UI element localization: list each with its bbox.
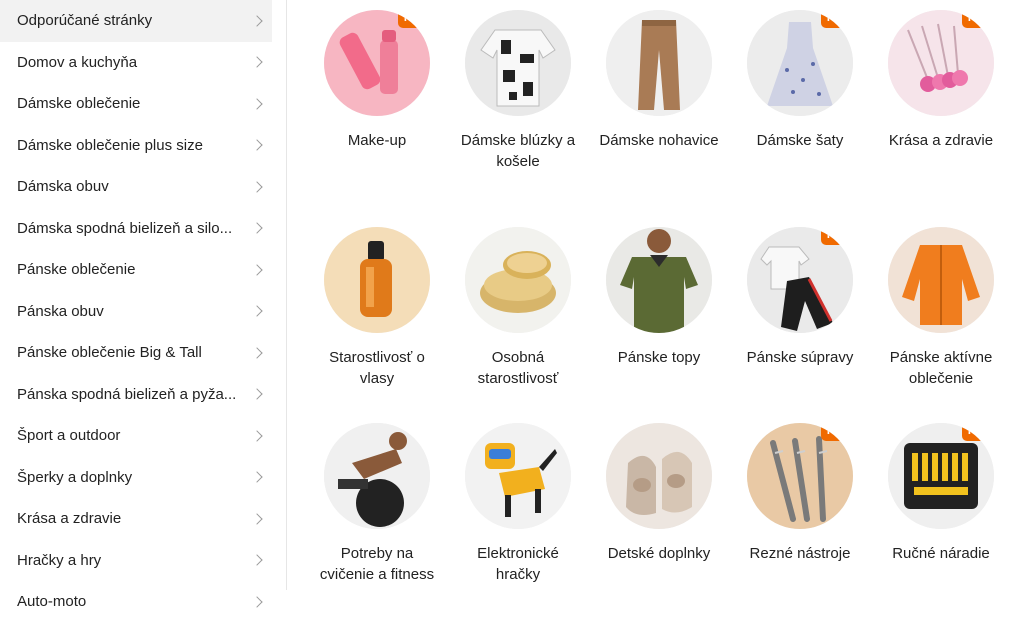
- hot-badge: HOT: [961, 10, 994, 28]
- hot-badge: HOT: [820, 10, 853, 28]
- sidebar-item-womens-shoes[interactable]: Dámska obuv: [0, 166, 272, 208]
- category-name: Dámske nohavice: [599, 132, 719, 149]
- sidebar-item-label: Dámska obuv: [17, 178, 109, 196]
- category-image: HOT: [888, 10, 994, 116]
- sidebar-item-label: Auto-moto: [17, 593, 87, 611]
- chevron-right-icon: [251, 222, 263, 234]
- chevron-right-icon: [251, 264, 263, 276]
- sidebar-item-label: Pánske oblečenie Big & Tall: [17, 344, 202, 362]
- category-image: HOT: [324, 10, 430, 116]
- hot-badge: HOT: [961, 423, 994, 441]
- category-name: Pánske topy: [617, 349, 701, 366]
- chevron-right-icon: [251, 305, 263, 317]
- category-name: Make-up: [347, 132, 407, 149]
- sidebar-item-label: Krása a zdravie: [17, 510, 122, 528]
- category-tile-kids-accessories[interactable]: Detské doplnky: [589, 423, 729, 564]
- hot-badge: HOT: [820, 423, 853, 441]
- category-name: Starostlivosť o vlasy: [329, 349, 425, 387]
- sidebar-item-jewelry[interactable]: Šperky a doplnky: [0, 457, 272, 499]
- category-image: HOT: [747, 227, 853, 333]
- category-image: HOT: [747, 10, 853, 116]
- chevron-right-icon: [251, 596, 263, 608]
- category-sidebar: Odporúčané stránky Domov a kuchyňa Dámsk…: [0, 0, 272, 610]
- sidebar-item-mens-big-tall[interactable]: Pánske oblečenie Big & Tall: [0, 332, 272, 374]
- category-image: HOT: [747, 423, 853, 529]
- category-image: [324, 227, 430, 333]
- sidebar-item-toys-games[interactable]: Hračky a hry: [0, 540, 272, 582]
- category-tile-womens-blouses[interactable]: Dámske blúzky a košele: [448, 10, 588, 172]
- chevron-right-icon: [251, 471, 263, 483]
- category-tile-beauty-health[interactable]: HOT Krása a zdravie: [871, 10, 1011, 151]
- category-image: [465, 10, 571, 116]
- chevron-right-icon: [251, 513, 263, 525]
- sidebar-item-label: Šport a outdoor: [17, 427, 121, 445]
- category-name: Detské doplnky: [607, 545, 711, 562]
- category-image: [465, 423, 571, 529]
- category-image: [606, 10, 712, 116]
- category-image: HOT: [888, 423, 994, 529]
- category-name: Rezné nástroje: [749, 545, 851, 562]
- category-tile-cutting-tools[interactable]: HOT Rezné nástroje: [730, 423, 870, 564]
- sidebar-item-label: Hračky a hry: [17, 551, 102, 569]
- sidebar-item-home-kitchen[interactable]: Domov a kuchyňa: [0, 42, 272, 84]
- sidebar-divider: [286, 0, 287, 590]
- sidebar-item-label: Domov a kuchyňa: [17, 53, 138, 71]
- category-tile-womens-pants[interactable]: Dámske nohavice: [589, 10, 729, 151]
- category-name: Krása a zdravie: [888, 132, 994, 149]
- category-name: Pánske aktívne oblečenie: [889, 349, 993, 387]
- chevron-right-icon: [251, 98, 263, 110]
- chevron-right-icon: [251, 388, 263, 400]
- category-tile-makeup[interactable]: HOT Make-up: [307, 10, 447, 151]
- chevron-right-icon: [251, 554, 263, 566]
- category-name: Potreby na cvičenie a fitness: [319, 545, 435, 583]
- sidebar-item-label: Pánska obuv: [17, 302, 104, 320]
- chevron-right-icon: [251, 139, 263, 151]
- sidebar-item-womens-underwear[interactable]: Dámska spodná bielizeň a silo...: [0, 208, 272, 250]
- category-tile-mens-sets[interactable]: HOT Pánske súpravy: [730, 227, 870, 368]
- sidebar-item-label: Pánska spodná bielizeň a pyža...: [17, 385, 237, 403]
- category-image: [606, 423, 712, 529]
- category-tile-electronic-toys[interactable]: Elektronické hračky: [448, 423, 588, 585]
- category-tile-fitness[interactable]: Potreby na cvičenie a fitness: [307, 423, 447, 585]
- category-tile-hand-tools[interactable]: HOT Ručné náradie: [871, 423, 1011, 564]
- category-name: Ručné náradie: [892, 545, 990, 562]
- sidebar-item-beauty-health[interactable]: Krása a zdravie: [0, 498, 272, 540]
- category-tile-personal-care[interactable]: Osobná starostlivosť: [448, 227, 588, 389]
- category-name: Elektronické hračky: [477, 545, 559, 583]
- category-name: Dámske šaty: [756, 132, 844, 149]
- chevron-right-icon: [251, 15, 263, 27]
- category-name: Dámske blúzky a košele: [460, 132, 576, 170]
- hot-badge: HOT: [397, 10, 430, 28]
- sidebar-item-label: Šperky a doplnky: [17, 468, 133, 486]
- category-tile-mens-tops[interactable]: Pánske topy: [589, 227, 729, 368]
- sidebar-item-mens-clothing[interactable]: Pánske oblečenie: [0, 249, 272, 291]
- category-image: [465, 227, 571, 333]
- sidebar-item-womens-clothing[interactable]: Dámske oblečenie: [0, 83, 272, 125]
- category-image: [324, 423, 430, 529]
- category-tile-hair-care[interactable]: Starostlivosť o vlasy: [307, 227, 447, 389]
- sidebar-item-label: Odporúčané stránky: [17, 12, 153, 30]
- category-image: [606, 227, 712, 333]
- sidebar-item-automotive[interactable]: Auto-moto: [0, 581, 272, 623]
- sidebar-item-label: Dámske oblečenie: [17, 95, 141, 113]
- chevron-right-icon: [251, 181, 263, 193]
- sidebar-item-label: Dámske oblečenie plus size: [17, 136, 203, 154]
- hot-badge: HOT: [820, 227, 853, 245]
- sidebar-item-label: Dámska spodná bielizeň a silo...: [17, 219, 233, 237]
- category-grid: HOT Make-up Dámske blúzky a košele Dámsk…: [300, 0, 1024, 607]
- sidebar-item-mens-underwear[interactable]: Pánska spodná bielizeň a pyža...: [0, 374, 272, 416]
- sidebar-item-mens-shoes[interactable]: Pánska obuv: [0, 291, 272, 333]
- category-name: Pánske súpravy: [746, 349, 854, 366]
- sidebar-item-label: Pánske oblečenie: [17, 261, 136, 279]
- sidebar-item-womens-plus-size[interactable]: Dámske oblečenie plus size: [0, 125, 272, 167]
- chevron-right-icon: [251, 430, 263, 442]
- category-tile-womens-dresses[interactable]: HOT Dámske šaty: [730, 10, 870, 151]
- category-image: [888, 227, 994, 333]
- chevron-right-icon: [251, 56, 263, 68]
- category-tile-mens-activewear[interactable]: Pánske aktívne oblečenie: [871, 227, 1011, 389]
- sidebar-item-sport-outdoor[interactable]: Šport a outdoor: [0, 415, 272, 457]
- sidebar-item-recommended[interactable]: Odporúčané stránky: [0, 0, 272, 42]
- chevron-right-icon: [251, 347, 263, 359]
- category-name: Osobná starostlivosť: [477, 349, 559, 387]
